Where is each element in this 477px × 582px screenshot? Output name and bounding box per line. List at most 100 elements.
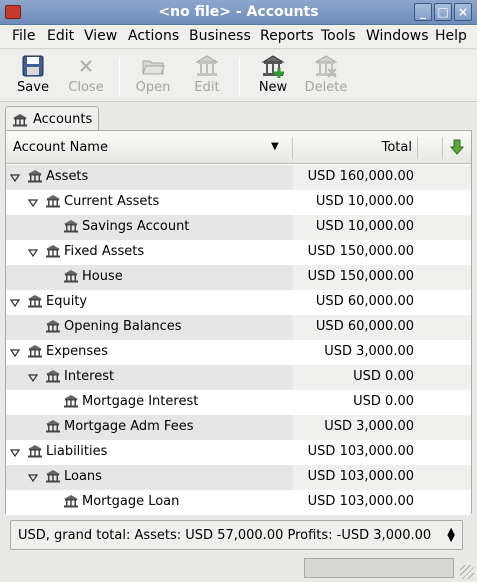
summary-bar[interactable]: USD, grand total: Assets: USD 57,000.00 … bbox=[10, 520, 463, 550]
account-name: Opening Balances bbox=[64, 319, 182, 334]
account-icon bbox=[27, 294, 43, 312]
chevron-down-icon[interactable]: ▼ bbox=[271, 141, 279, 152]
account-total: USD 3,000.00 bbox=[324, 419, 414, 434]
open-label: Open bbox=[135, 80, 171, 95]
account-name: Expenses bbox=[46, 344, 108, 359]
account-row[interactable]: Opening Balances USD 60,000.00 bbox=[6, 315, 471, 340]
account-icon bbox=[45, 469, 61, 487]
menu-help[interactable]: Help bbox=[435, 28, 467, 44]
column-account-name[interactable]: Account Name bbox=[13, 140, 108, 155]
menu-reports[interactable]: Reports bbox=[260, 28, 314, 44]
maximize-button[interactable]: □ bbox=[434, 3, 452, 21]
account-row[interactable]: Current Assets USD 10,000.00 bbox=[6, 190, 471, 215]
account-name-cell: Interest bbox=[6, 365, 293, 390]
expander-icon[interactable] bbox=[27, 247, 39, 258]
account-total-cell: USD 160,000.00 bbox=[293, 165, 471, 190]
account-icon bbox=[27, 344, 43, 362]
menu-edit[interactable]: Edit bbox=[47, 28, 74, 44]
account-total: USD 10,000.00 bbox=[315, 194, 414, 209]
account-total-cell: USD 0.00 bbox=[293, 365, 471, 390]
toolbar-separator bbox=[119, 58, 120, 96]
account-name-cell: House bbox=[6, 265, 293, 290]
menu-actions[interactable]: Actions bbox=[128, 28, 179, 44]
edit-label: Edit bbox=[194, 80, 220, 95]
menu-tools[interactable]: Tools bbox=[321, 28, 356, 44]
save-icon bbox=[22, 55, 44, 77]
delete-button[interactable]: Delete bbox=[303, 54, 349, 100]
account-icon bbox=[45, 244, 61, 262]
folder-open-icon bbox=[142, 60, 165, 75]
account-name: Fixed Assets bbox=[64, 244, 145, 259]
menu-file[interactable]: File bbox=[12, 28, 35, 44]
account-name-cell: Opening Balances bbox=[6, 315, 293, 340]
account-total-cell: USD 0.00 bbox=[293, 390, 471, 415]
status-bar bbox=[0, 555, 477, 582]
account-row[interactable]: Interest USD 0.00 bbox=[6, 365, 471, 390]
resize-grip[interactable] bbox=[460, 565, 474, 579]
account-total: USD 60,000.00 bbox=[315, 319, 414, 334]
column-total[interactable]: Total bbox=[298, 140, 412, 155]
account-total: USD 103,000.00 bbox=[307, 444, 414, 459]
account-name-cell: Loans bbox=[6, 465, 293, 490]
account-name: Mortgage Loan bbox=[82, 494, 180, 509]
tab-accounts[interactable]: Accounts bbox=[5, 106, 99, 133]
close-button[interactable]: Close bbox=[63, 54, 109, 100]
account-name: Mortgage Interest bbox=[82, 394, 199, 409]
account-total-cell: USD 3,000.00 bbox=[293, 340, 471, 365]
account-name-cell: Mortgage Loan bbox=[6, 490, 293, 515]
toolbar-separator bbox=[239, 58, 240, 96]
account-total: USD 3,000.00 bbox=[324, 344, 414, 359]
account-total: USD 160,000.00 bbox=[307, 169, 414, 184]
progress-bar bbox=[304, 558, 454, 578]
column-selector-arrow-icon[interactable] bbox=[450, 139, 464, 155]
account-name: Liabilities bbox=[46, 444, 108, 459]
spin-arrows-icon[interactable]: ▲ ▼ bbox=[447, 527, 455, 544]
account-name-cell: Savings Account bbox=[6, 215, 293, 240]
expander-icon[interactable] bbox=[9, 447, 21, 458]
account-name: Interest bbox=[64, 369, 115, 384]
account-row[interactable]: Equity USD 60,000.00 bbox=[6, 290, 471, 315]
expander-icon[interactable] bbox=[9, 172, 21, 183]
account-row[interactable]: Fixed Assets USD 150,000.00 bbox=[6, 240, 471, 265]
account-rows: Assets USD 160,000.00 Current Assets USD 10… bbox=[6, 165, 471, 515]
account-name: Equity bbox=[46, 294, 88, 309]
account-row[interactable]: House USD 150,000.00 bbox=[6, 265, 471, 290]
expander-icon[interactable] bbox=[27, 372, 39, 383]
open-button[interactable]: Open bbox=[130, 54, 176, 100]
expander-icon[interactable] bbox=[9, 297, 21, 308]
account-row[interactable]: Liabilities USD 103,000.00 bbox=[6, 440, 471, 465]
account-row[interactable]: Mortgage Adm Fees USD 3,000.00 bbox=[6, 415, 471, 440]
account-total-cell: USD 10,000.00 bbox=[293, 190, 471, 215]
account-row[interactable]: Assets USD 160,000.00 bbox=[6, 165, 471, 190]
account-icon bbox=[63, 394, 79, 412]
account-total: USD 150,000.00 bbox=[307, 244, 414, 259]
close-window-button[interactable]: × bbox=[454, 3, 472, 21]
account-total: USD 103,000.00 bbox=[307, 469, 414, 484]
account-name-cell: Equity bbox=[6, 290, 293, 315]
account-row[interactable]: Mortgage Loan USD 103,000.00 bbox=[6, 490, 471, 515]
edit-button[interactable]: Edit bbox=[184, 54, 230, 100]
account-row[interactable]: Savings Account USD 10,000.00 bbox=[6, 215, 471, 240]
menu-windows[interactable]: Windows bbox=[366, 28, 429, 44]
account-row[interactable]: Expenses USD 3,000.00 bbox=[6, 340, 471, 365]
account-name-cell: Liabilities bbox=[6, 440, 293, 465]
account-name: Assets bbox=[46, 169, 89, 184]
account-icon bbox=[27, 444, 43, 462]
account-icon bbox=[13, 114, 27, 127]
account-total: USD 150,000.00 bbox=[307, 269, 414, 284]
accounts-tree: Account Name ▼ Total Assets USD 160,000.0… bbox=[5, 130, 472, 515]
save-button[interactable]: Save bbox=[10, 54, 56, 100]
column-header: Account Name ▼ Total bbox=[6, 131, 471, 164]
expander-icon[interactable] bbox=[9, 347, 21, 358]
account-row[interactable]: Loans USD 103,000.00 bbox=[6, 465, 471, 490]
account-total: USD 0.00 bbox=[353, 369, 414, 384]
expander-icon[interactable] bbox=[27, 197, 39, 208]
minimize-button[interactable]: _ bbox=[414, 3, 432, 21]
new-account-button[interactable]: New bbox=[250, 54, 296, 100]
account-total-cell: USD 103,000.00 bbox=[293, 465, 471, 490]
account-row[interactable]: Mortgage Interest USD 0.00 bbox=[6, 390, 471, 415]
expander-icon[interactable] bbox=[27, 472, 39, 483]
account-total: USD 103,000.00 bbox=[307, 494, 414, 509]
menu-view[interactable]: View bbox=[84, 28, 117, 44]
menu-business[interactable]: Business bbox=[189, 28, 251, 44]
